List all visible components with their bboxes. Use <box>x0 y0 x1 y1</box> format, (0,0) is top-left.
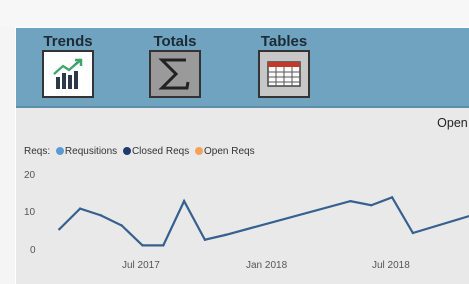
data-point[interactable] <box>120 224 123 227</box>
series-layer <box>58 196 469 247</box>
x-tick-jul-2017: Jul 2017 <box>122 260 160 271</box>
data-point[interactable] <box>182 199 186 203</box>
y-tick-10: 10 <box>24 207 36 218</box>
data-point[interactable] <box>224 233 227 237</box>
data-point[interactable] <box>370 204 373 207</box>
data-point[interactable] <box>411 231 415 235</box>
line-chart: 20 10 0 Jul 2017 Jan 2018 Jul 2018 <box>24 170 469 271</box>
data-point[interactable] <box>58 228 61 231</box>
data-point[interactable] <box>78 207 82 210</box>
data-point[interactable] <box>141 244 144 247</box>
y-tick-0: 0 <box>30 245 36 256</box>
data-point[interactable] <box>390 196 394 199</box>
series-line-closed-reqs[interactable] <box>58 196 469 247</box>
data-point[interactable] <box>99 214 103 217</box>
x-tick-jul-2018: Jul 2018 <box>372 260 410 271</box>
data-point[interactable] <box>162 244 165 247</box>
x-tick-jan-2018: Jan 2018 <box>246 260 288 271</box>
y-tick-20: 20 <box>24 170 36 181</box>
data-point[interactable] <box>203 238 207 241</box>
data-point[interactable] <box>349 199 352 203</box>
